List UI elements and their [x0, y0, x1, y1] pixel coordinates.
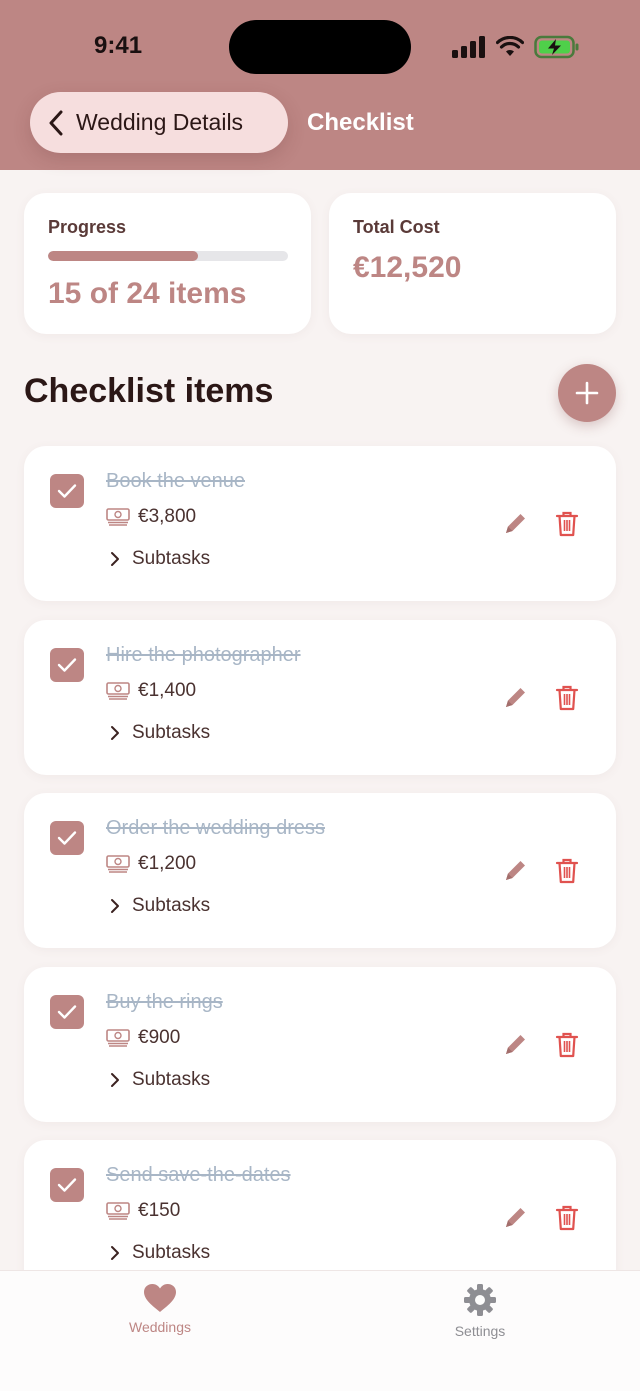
tab-bar: Weddings Settings	[0, 1270, 640, 1391]
pencil-icon	[506, 514, 525, 533]
trash-icon	[555, 858, 579, 884]
subtasks-label: Subtasks	[132, 1069, 211, 1090]
battery-icon	[534, 35, 579, 59]
dynamic-island	[229, 20, 411, 74]
total-cost-card: Total Cost €12,520	[329, 193, 616, 334]
item-checkbox[interactable]	[50, 995, 84, 1029]
edit-button[interactable]	[500, 856, 530, 886]
delete-button[interactable]	[552, 1030, 582, 1060]
subtasks-label: Subtasks	[132, 895, 211, 916]
chevron-right-icon	[111, 1246, 119, 1260]
pencil-icon	[506, 1035, 525, 1054]
item-checkbox[interactable]	[50, 1168, 84, 1202]
checklist-item[interactable]: Hire the photographer €1,400 Subtasks	[24, 620, 616, 775]
back-button[interactable]: Wedding Details	[30, 92, 288, 153]
item-checkbox[interactable]	[50, 474, 84, 508]
tab-settings-label: Settings	[454, 1323, 506, 1339]
gear-icon	[464, 1284, 496, 1316]
edit-button[interactable]	[500, 509, 530, 539]
chevron-left-icon	[49, 110, 63, 135]
item-cost-value: €1,400	[138, 680, 197, 701]
status-time: 9:41	[94, 32, 143, 59]
progress-count: 15 of 24 items	[48, 277, 247, 310]
delete-button[interactable]	[552, 683, 582, 713]
total-cost-label: Total Cost	[353, 217, 440, 237]
checklist-item[interactable]: Book the venue €3,800 Subtasks	[24, 446, 616, 601]
money-icon	[106, 682, 130, 700]
item-cost: €1,200	[106, 853, 196, 875]
item-checkbox[interactable]	[50, 821, 84, 855]
subtasks-toggle[interactable]: Subtasks	[110, 722, 210, 744]
page-title: Checklist	[307, 109, 414, 136]
plus-icon	[575, 381, 599, 405]
item-cost: €900	[106, 1027, 180, 1049]
pencil-icon	[506, 688, 525, 707]
checkmark-icon	[57, 484, 77, 498]
tab-settings[interactable]: Settings	[400, 1283, 560, 1339]
checklist-item[interactable]: Order the wedding dress €1,200 Subtasks	[24, 793, 616, 948]
item-checkbox[interactable]	[50, 648, 84, 682]
item-cost-value: €900	[138, 1027, 181, 1048]
trash-icon	[555, 1032, 579, 1058]
money-icon	[106, 1202, 130, 1220]
chevron-right-icon	[111, 899, 119, 913]
back-button-label: Wedding Details	[76, 109, 244, 135]
item-cost: €150	[106, 1200, 180, 1222]
item-cost-value: €150	[138, 1200, 181, 1221]
trash-icon	[555, 685, 579, 711]
item-cost-value: €3,800	[138, 506, 197, 527]
progress-bar-fill	[48, 251, 198, 261]
trash-icon	[555, 511, 579, 537]
tab-weddings[interactable]: Weddings	[80, 1283, 240, 1335]
subtasks-label: Subtasks	[132, 1242, 211, 1263]
edit-button[interactable]	[500, 1203, 530, 1233]
subtasks-toggle[interactable]: Subtasks	[110, 1069, 210, 1091]
pencil-icon	[506, 861, 525, 880]
subtasks-toggle[interactable]: Subtasks	[110, 1242, 210, 1264]
pencil-icon	[506, 1208, 525, 1227]
checkmark-icon	[57, 658, 77, 672]
checkmark-icon	[57, 1005, 77, 1019]
money-icon	[106, 855, 130, 873]
subtasks-toggle[interactable]: Subtasks	[110, 895, 210, 917]
trash-icon	[555, 1205, 579, 1231]
signal-icon	[452, 36, 485, 58]
money-icon	[106, 1029, 130, 1047]
delete-button[interactable]	[552, 856, 582, 886]
progress-bar	[48, 251, 288, 261]
chevron-right-icon	[111, 726, 119, 740]
chevron-right-icon	[111, 1073, 119, 1087]
item-title: Order the wedding dress	[106, 817, 326, 839]
edit-button[interactable]	[500, 683, 530, 713]
add-item-button[interactable]	[558, 364, 616, 422]
total-cost-value: €12,520	[353, 251, 462, 284]
delete-button[interactable]	[552, 1203, 582, 1233]
progress-label: Progress	[48, 217, 127, 237]
tab-weddings-label: Weddings	[128, 1319, 191, 1335]
item-cost-value: €1,200	[138, 853, 197, 874]
item-title: Send save-the-dates	[106, 1164, 291, 1186]
progress-card: Progress 15 of 24 items	[24, 193, 311, 334]
item-cost: €1,400	[106, 680, 196, 702]
item-title: Buy the rings	[106, 991, 223, 1013]
subtasks-label: Subtasks	[132, 722, 211, 743]
checklist-item[interactable]: Buy the rings €900 Subtasks	[24, 967, 616, 1122]
chevron-right-icon	[111, 552, 119, 566]
section-title: Checklist items	[24, 372, 274, 410]
money-icon	[106, 508, 130, 526]
checkmark-icon	[57, 831, 77, 845]
subtasks-label: Subtasks	[132, 548, 211, 569]
delete-button[interactable]	[552, 509, 582, 539]
item-title: Hire the photographer	[106, 644, 301, 666]
heart-icon	[144, 1284, 176, 1312]
subtasks-toggle[interactable]: Subtasks	[110, 548, 210, 570]
edit-button[interactable]	[500, 1030, 530, 1060]
item-cost: €3,800	[106, 506, 196, 528]
item-title: Book the venue	[106, 470, 245, 492]
checkmark-icon	[57, 1178, 77, 1192]
nav-header: 9:41 Wedding Details Checklist	[0, 0, 640, 170]
wifi-icon	[496, 36, 524, 56]
status-icons	[452, 34, 580, 60]
